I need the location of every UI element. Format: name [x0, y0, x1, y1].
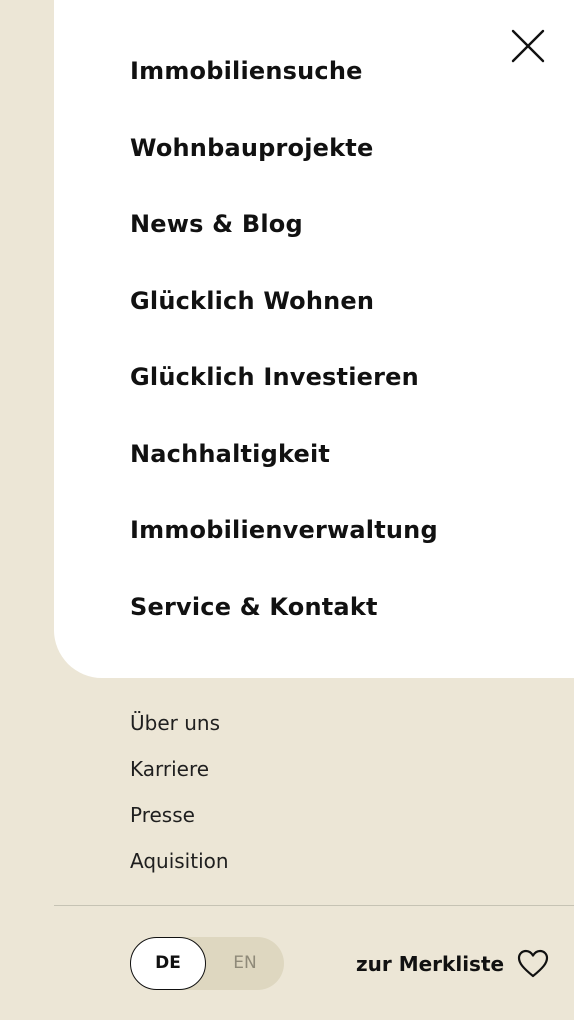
secondary-item-ueber-uns[interactable]: Über uns — [130, 706, 229, 752]
nav-item-gluecklich-investieren[interactable]: Glücklich Investieren — [130, 354, 438, 431]
main-nav: Immobiliensuche Wohnbauprojekte News & B… — [130, 48, 438, 660]
secondary-item-aquisition[interactable]: Aquisition — [130, 844, 229, 890]
close-icon[interactable] — [508, 26, 548, 66]
secondary-item-presse[interactable]: Presse — [130, 798, 229, 844]
footer-divider — [54, 905, 574, 906]
wishlist-link[interactable]: zur Merkliste — [356, 944, 550, 984]
language-option-en[interactable]: EN — [206, 937, 284, 990]
wishlist-label: zur Merkliste — [356, 952, 505, 976]
secondary-item-karriere[interactable]: Karriere — [130, 752, 229, 798]
nav-item-service-kontakt[interactable]: Service & Kontakt — [130, 584, 438, 661]
nav-item-wohnbauprojekte[interactable]: Wohnbauprojekte — [130, 125, 438, 202]
nav-item-nachhaltigkeit[interactable]: Nachhaltigkeit — [130, 431, 438, 508]
nav-item-immobiliensuche[interactable]: Immobiliensuche — [130, 48, 438, 125]
nav-item-news-blog[interactable]: News & Blog — [130, 201, 438, 278]
language-switch[interactable]: DE EN — [130, 937, 284, 990]
mobile-menu-page: Immobiliensuche Wohnbauprojekte News & B… — [0, 0, 574, 1020]
heart-icon — [516, 947, 550, 981]
secondary-nav: Über uns Karriere Presse Aquisition — [130, 706, 229, 890]
nav-item-immobilienverwaltung[interactable]: Immobilienverwaltung — [130, 507, 438, 584]
language-option-de[interactable]: DE — [130, 937, 206, 990]
nav-item-gluecklich-wohnen[interactable]: Glücklich Wohnen — [130, 278, 438, 355]
